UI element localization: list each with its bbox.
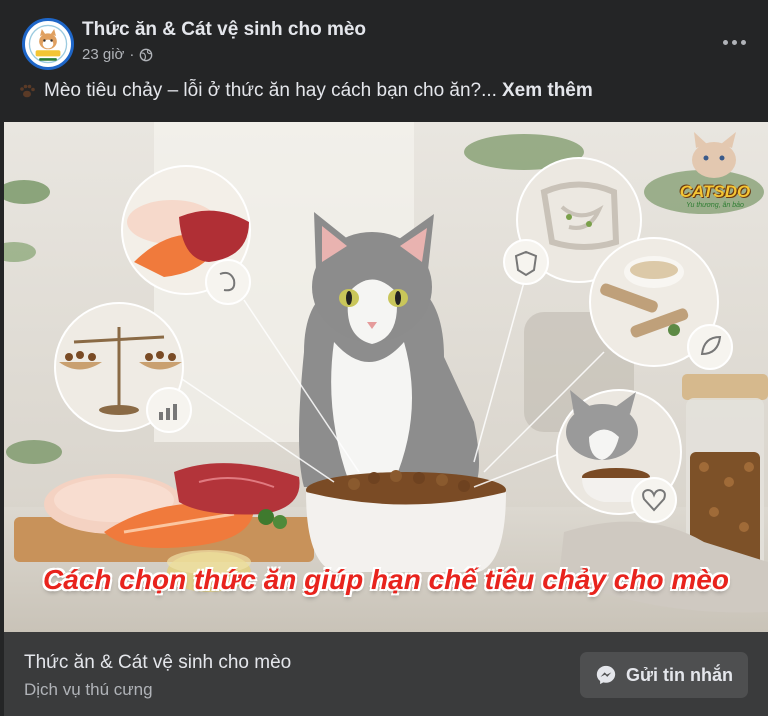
more-options-button[interactable] xyxy=(718,26,750,58)
footer-page-name[interactable]: Thức ăn & Cát vệ sinh cho mèo xyxy=(24,652,291,674)
dot xyxy=(740,39,746,45)
image-overlay-title: Cách chọn thức ăn giúp hạn chế tiêu chảy… xyxy=(43,564,729,595)
footer-page-category: Dịch vụ thú cưng xyxy=(24,680,153,699)
see-more-link[interactable]: Xem thêm xyxy=(502,80,593,102)
food-bowl xyxy=(306,470,506,572)
post-meta: 23 giờ · xyxy=(82,46,153,63)
more-options-icon xyxy=(722,39,728,45)
cat-food-illustration xyxy=(4,122,768,632)
post-image[interactable]: CATSDO Yu thương, ân bảo Cách chọn thức … xyxy=(4,122,768,632)
facebook-post: Thức ăn & Cát vệ sinh cho mèo 23 giờ · M… xyxy=(4,0,768,716)
caption-text: Mèo tiêu chảy – lỗi ở thức ăn hay cách b… xyxy=(44,80,497,101)
messenger-icon xyxy=(596,665,616,685)
post-footer: Thức ăn & Cát vệ sinh cho mèo Dịch vụ th… xyxy=(4,632,768,716)
globe-icon[interactable] xyxy=(139,48,153,62)
post-header: Thức ăn & Cát vệ sinh cho mèo 23 giờ · xyxy=(4,0,768,74)
paw-icon xyxy=(20,84,35,98)
catsdo-watermark: CATSDO Yu thương, ân bảo xyxy=(676,138,754,209)
post-caption: Mèo tiêu chảy – lỗi ở thức ăn hay cách b… xyxy=(18,80,593,102)
page-name[interactable]: Thức ăn & Cát vệ sinh cho mèo xyxy=(82,19,366,41)
meta-separator: · xyxy=(129,46,135,63)
send-message-label: Gửi tin nhắn xyxy=(625,664,734,685)
send-message-button[interactable]: Gửi tin nhắn xyxy=(580,652,748,698)
watermark-spacer xyxy=(676,138,754,182)
catsdo-logo-icon xyxy=(26,22,70,66)
watermark-logo-text: CATSDO xyxy=(679,182,751,201)
dot xyxy=(731,39,737,45)
page-avatar[interactable] xyxy=(22,18,74,70)
watermark-slogan: Yu thương, ân bảo xyxy=(686,202,744,209)
post-time[interactable]: 23 giờ xyxy=(82,46,124,63)
